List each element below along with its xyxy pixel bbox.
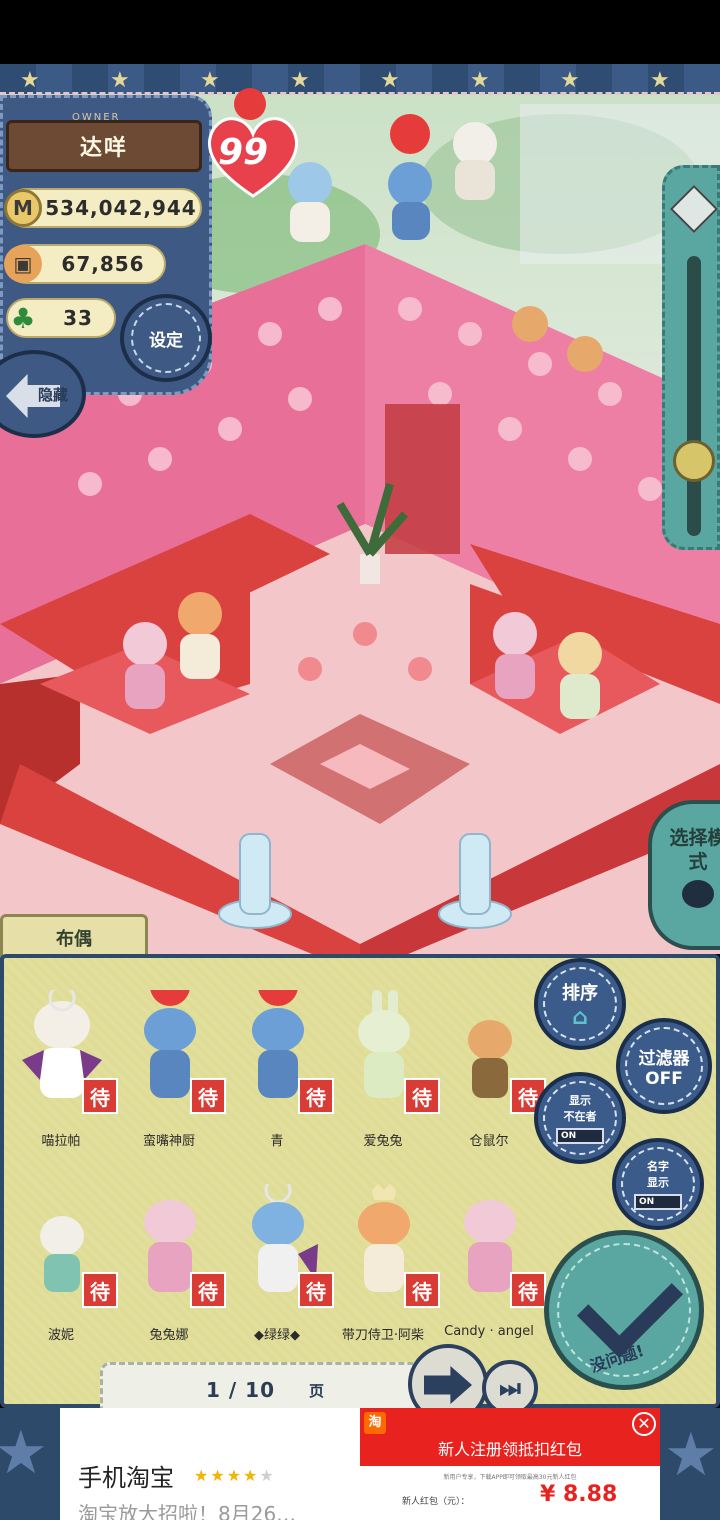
doll-card[interactable]: 待 带刀侍卫·阿柴: [330, 1154, 440, 1344]
zoom-knob[interactable]: [673, 440, 715, 482]
waiting-badge: 待: [404, 1078, 440, 1114]
room-character-bunny-right[interactable]: [493, 612, 537, 699]
page-unit: 页: [308, 1381, 324, 1400]
filter-state: OFF: [645, 1068, 683, 1089]
ad-image[interactable]: 淘 新人注册领抵扣红包 新用户专享，下载APP即可领取最高30元新人红包 新人红…: [360, 1408, 660, 1520]
doll-name: 青: [270, 1134, 284, 1149]
doll-card[interactable]: 待 ◆绿绿◆: [224, 1154, 334, 1344]
doll-name: 仓鼠尔: [469, 1134, 509, 1149]
clover-balance: ♣ 33: [6, 298, 116, 338]
house-icon: ⌂: [572, 1004, 588, 1030]
waiting-badge: 待: [190, 1078, 226, 1114]
bear-face-icon: [682, 880, 714, 908]
room-character-bunny-left[interactable]: [123, 622, 167, 709]
produce-value: 67,856: [61, 252, 145, 276]
waiting-badge: 待: [510, 1272, 546, 1308]
coin-value: 534,042,944: [45, 196, 197, 220]
star-icon: ★★★★: [194, 1466, 260, 1485]
name-display-label-2: 显示: [647, 1176, 669, 1189]
show-absent-label-2: 不在者: [563, 1110, 597, 1123]
doll-name: 波妮: [47, 1328, 74, 1343]
confirm-button[interactable]: 没问题!: [544, 1230, 704, 1390]
doll-card[interactable]: 待 青: [224, 960, 334, 1150]
waiting-badge: 待: [82, 1078, 118, 1114]
clover-value: 33: [63, 306, 93, 330]
basket-icon: ▣: [4, 245, 42, 283]
doll-name: 爱兔兔: [363, 1134, 403, 1149]
hearts-counter[interactable]: [204, 110, 302, 200]
produce-balance: ▣ 67,856: [4, 244, 166, 284]
clover-icon: ♣: [10, 301, 36, 335]
skip-forward-icon: ⏭: [499, 1374, 521, 1402]
doll-card[interactable]: 待 爱兔兔: [330, 960, 440, 1150]
name-display-button[interactable]: 名字 显示 ON: [612, 1138, 704, 1230]
ad-image-price: ¥ 8.88: [540, 1482, 618, 1507]
close-icon[interactable]: ✕: [632, 1412, 656, 1436]
name-display-toggle[interactable]: ON: [634, 1194, 682, 1210]
page-indicator: 1 / 10: [206, 1378, 275, 1402]
owner-name: 达咩: [79, 136, 128, 161]
doll-card[interactable]: 待 蛮嘴神厨: [116, 960, 226, 1150]
room-character-fox-right[interactable]: [558, 632, 602, 719]
status-bar: [0, 0, 720, 64]
hide-label: 隐藏: [37, 385, 68, 404]
owner-name-plate[interactable]: 达咩: [6, 120, 202, 172]
arrow-right-icon: [424, 1366, 472, 1404]
doll-name: Candy · angel: [444, 1324, 534, 1339]
waiting-badge: 待: [298, 1272, 334, 1308]
zoom-slider[interactable]: [662, 165, 720, 550]
doll-card[interactable]: 待 仓鼠尔: [436, 960, 546, 1150]
sort-button[interactable]: 排序 ⌂: [534, 958, 626, 1050]
taobao-logo-icon: 淘: [364, 1412, 386, 1434]
show-absent-button[interactable]: 显示 不在者 ON: [534, 1072, 626, 1164]
room-character-fox-left[interactable]: [178, 592, 222, 679]
coin-balance: M 534,042,944: [4, 188, 202, 228]
doll-tab[interactable]: 布偶: [0, 914, 148, 958]
waiting-badge: 待: [190, 1272, 226, 1308]
star-empty-icon: ★: [259, 1466, 276, 1485]
select-mode-label: 选择模式: [669, 827, 720, 873]
waiting-badge: 待: [404, 1272, 440, 1308]
doll-name: 喵拉帕: [41, 1134, 81, 1149]
ad-image-label: 新人红包（元）：: [402, 1497, 470, 1507]
doll-tab-label: 布偶: [56, 928, 92, 950]
room-character-blue-bear[interactable]: [388, 162, 432, 240]
filter-label: 过滤器: [638, 1048, 690, 1069]
doll-card[interactable]: 待 波妮: [8, 1154, 118, 1344]
show-absent-label: 显示: [569, 1094, 591, 1107]
ad-image-headline: 新人注册领抵扣红包: [437, 1440, 582, 1459]
doll-name: ◆绿绿◆: [254, 1328, 300, 1343]
settings-label: 设定: [149, 330, 183, 351]
settings-button[interactable]: 设定: [120, 294, 212, 382]
doll-grid: 待 喵拉帕 待 蛮嘴神厨 待 青 待 爱兔兔 待 仓鼠尔 待 波妮 待 兔兔娜 …: [4, 960, 546, 1350]
doll-card[interactable]: 待 Candy · angel: [436, 1154, 546, 1344]
room-character-red-panda[interactable]: [453, 122, 497, 200]
heart-icon: [207, 117, 299, 198]
show-absent-toggle[interactable]: ON: [556, 1128, 604, 1144]
cube-icon: [669, 184, 719, 234]
zoom-track[interactable]: [687, 256, 701, 536]
doll-name: 蛮嘴神厨: [142, 1134, 195, 1149]
ad-banner[interactable]: 手机淘宝 ★★★★★ 淘宝放大招啦！8月26… 淘 新人注册领抵扣红包 新用户专…: [60, 1408, 660, 1520]
doll-card[interactable]: 待 喵拉帕: [8, 960, 118, 1150]
doll-name: 带刀侍卫·阿柴: [341, 1328, 425, 1343]
select-mode-button[interactable]: 选择模式: [648, 800, 720, 950]
sort-label: 排序: [562, 982, 598, 1004]
ad-app-name: 手机淘宝: [78, 1464, 174, 1492]
coin-icon: M: [4, 189, 42, 227]
doll-name: 兔兔娜: [149, 1328, 189, 1343]
doll-card[interactable]: 待 兔兔娜: [116, 1154, 226, 1344]
ad-image-subtext: 新用户专享，下载APP即可领取最高30元新人红包: [443, 1474, 577, 1481]
name-display-label: 名字: [647, 1160, 669, 1173]
waiting-badge: 待: [82, 1272, 118, 1308]
room-character-hamster[interactable]: [512, 306, 603, 372]
ad-rating: ★★★★★: [194, 1466, 276, 1485]
filter-button[interactable]: 过滤器 OFF: [616, 1018, 712, 1114]
waiting-badge: 待: [298, 1078, 334, 1114]
ad-description: 淘宝放大招啦！8月26…: [78, 1502, 297, 1520]
